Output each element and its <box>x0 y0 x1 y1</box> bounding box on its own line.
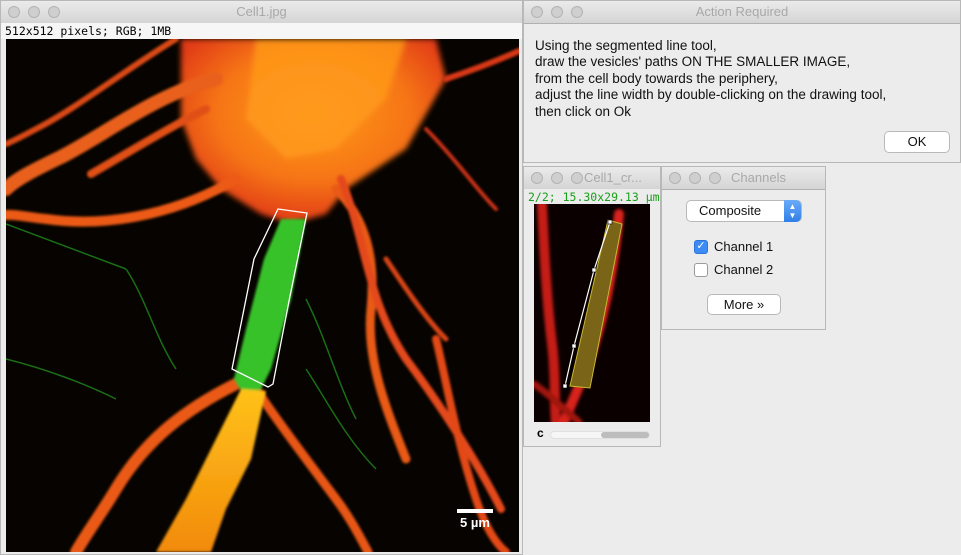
instruction-line: draw the vesicles' paths ON THE SMALLER … <box>535 54 851 70</box>
line-handle[interactable] <box>571 343 577 349</box>
scale-bar <box>457 509 493 513</box>
line-handle[interactable] <box>607 219 613 225</box>
scale-bar-label: 5 µm <box>460 515 490 530</box>
main-image-canvas[interactable]: 5 µm <box>6 39 519 552</box>
channel1-row[interactable]: ✓ Channel 1 <box>694 239 773 254</box>
channels-title: Channels <box>731 170 786 185</box>
channel-letter: c <box>537 426 544 440</box>
crop-window-titlebar[interactable]: Cell1_cr... <box>524 167 660 190</box>
cropped-image-window: Cell1_cr... 2/2; 15.30x29.13 µm c <box>523 166 661 447</box>
select-stepper-icon: ▲ ▼ <box>784 200 801 222</box>
instruction-text: Using the segmented line tool, draw the … <box>535 38 886 120</box>
main-window-titlebar[interactable]: Cell1.jpg <box>1 1 522 24</box>
channel2-label: Channel 2 <box>714 262 774 277</box>
more-button[interactable]: More » <box>707 294 781 315</box>
instruction-line: adjust the line width by double-clicking… <box>535 87 887 103</box>
instruction-line: Using the segmented line tool, <box>535 38 717 53</box>
channels-titlebar[interactable]: Channels <box>662 167 825 190</box>
channel2-checkbox[interactable] <box>694 262 708 277</box>
crop-window-title: Cell1_cr... <box>584 170 642 185</box>
cropped-image-canvas[interactable] <box>534 204 650 422</box>
channel2-row[interactable]: Channel 2 <box>694 262 773 277</box>
instruction-line: from the cell body towards the periphery… <box>535 70 778 86</box>
channel-slider-track[interactable] <box>550 431 650 439</box>
channel1-label: Channel 1 <box>714 239 774 254</box>
main-window-title: Cell1.jpg <box>236 4 287 19</box>
channel-slider-thumb[interactable] <box>601 432 649 438</box>
channels-panel: Channels Composite ▲ ▼ ✓ Channel 1 Channe… <box>661 166 826 330</box>
line-handle[interactable] <box>591 267 597 273</box>
main-image-window: Cell1.jpg 512x512 pixels; RGB; 1MB 5 µm <box>0 0 523 555</box>
instruction-line: then click on Ok <box>535 103 632 119</box>
action-dialog-title: Action Required <box>695 4 789 19</box>
line-handle[interactable] <box>562 383 568 389</box>
action-dialog-titlebar[interactable]: Action Required <box>524 1 960 24</box>
action-required-dialog: Action Required Using the segmented line… <box>523 0 961 163</box>
ok-button[interactable]: OK <box>884 131 950 153</box>
crop-image-info: 2/2; 15.30x29.13 µm <box>524 189 660 205</box>
mode-select[interactable]: Composite ▲ ▼ <box>686 200 802 222</box>
mode-select-value: Composite <box>699 203 762 218</box>
main-image-info: 512x512 pixels; RGB; 1MB <box>1 23 522 39</box>
channel1-checkbox[interactable]: ✓ <box>694 239 708 254</box>
